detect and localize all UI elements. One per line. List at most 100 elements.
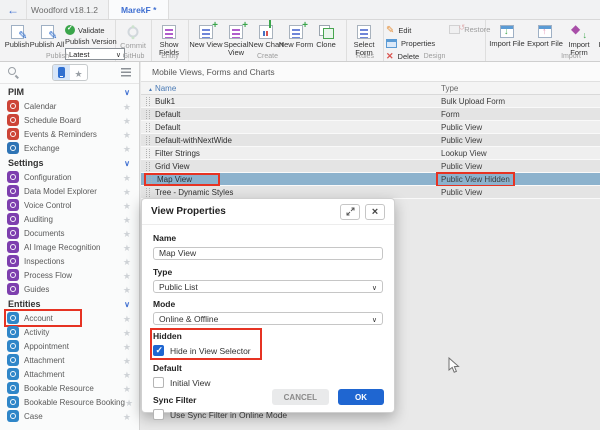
sidebar-item-configuration[interactable]: Configuration [0, 170, 139, 184]
table-row-selected-map-view[interactable]: Map View Public View Hidden [141, 173, 600, 186]
edit-button[interactable]: Edit [386, 25, 435, 36]
initial-view-row: Initial View [153, 376, 383, 389]
restore-wrap: Restore [449, 21, 490, 34]
drag-handle-icon[interactable] [146, 110, 150, 119]
section-pim[interactable]: PIM [0, 84, 139, 99]
special-view-icon [229, 25, 243, 39]
search-icon[interactable] [8, 67, 19, 78]
section-entities[interactable]: Entities [0, 296, 139, 311]
expand-dialog-button[interactable] [340, 204, 360, 220]
bookable-resource-booking-icon [7, 396, 19, 408]
hide-in-view-selector-row: Hide in View Selector [153, 344, 251, 357]
configuration-icon [7, 171, 19, 183]
drag-handle-icon[interactable] [146, 136, 150, 145]
close-icon[interactable] [365, 204, 385, 220]
publish-button[interactable]: Publish [2, 21, 32, 49]
column-header-type[interactable]: Type [441, 84, 458, 93]
sidebar-item-bookable-resource[interactable]: Bookable Resource [0, 381, 139, 395]
favorite-star-icon[interactable] [123, 139, 131, 157]
app-title: Woodford v18.1.2 [26, 0, 108, 19]
section-settings[interactable]: Settings [0, 155, 139, 170]
initial-view-checkbox[interactable] [153, 377, 164, 388]
view-properties-dialog: View Properties Name Type Public List Mo… [141, 198, 395, 413]
sidebar-item-activity[interactable]: Activity [0, 325, 139, 339]
validate-button[interactable]: Validate [65, 25, 105, 35]
drag-handle-icon[interactable] [146, 97, 150, 106]
validate-check-icon [65, 25, 75, 35]
drag-handle-icon[interactable] [148, 175, 152, 184]
new-form-button[interactable]: New Form [281, 21, 311, 49]
sidebar-item-attachment-2[interactable]: Attachment [0, 367, 139, 381]
table-row[interactable]: Default Form [141, 108, 600, 121]
sidebar-item-ai-image-recognition[interactable]: AI Image Recognition [0, 240, 139, 254]
sidebar-item-auditing[interactable]: Auditing [0, 212, 139, 226]
table-row[interactable]: Default Public View [141, 121, 600, 134]
new-view-button[interactable]: New View [191, 21, 221, 49]
ribbon-group-entity: Show Fields Entity [152, 20, 189, 61]
events-reminders-icon [7, 128, 19, 140]
drag-handle-icon[interactable] [146, 123, 150, 132]
sync-filter-checkbox[interactable] [153, 409, 164, 420]
name-input[interactable] [153, 247, 383, 260]
favorites-toggle[interactable] [70, 65, 87, 80]
cancel-button[interactable]: CANCEL [272, 389, 329, 405]
hidden-label: Hidden [153, 331, 251, 341]
export-file-button[interactable]: Export File [526, 21, 564, 48]
mode-label: Mode [153, 299, 383, 309]
properties-button[interactable]: Properties [386, 39, 435, 48]
sidebar-item-voice-control[interactable]: Voice Control [0, 198, 139, 212]
table-row[interactable]: Bulk1 Bulk Upload Form [141, 95, 600, 108]
hide-in-view-selector-checkbox[interactable] [153, 345, 164, 356]
favorite-star-icon[interactable] [123, 407, 131, 425]
mobile-view-toggle[interactable] [53, 65, 70, 80]
table-row[interactable]: Default-withNextWide Public View [141, 134, 600, 147]
sidebar-item-schedule-board[interactable]: Schedule Board [0, 113, 139, 127]
appointment-icon [7, 340, 19, 352]
publish-version-label: Publish Version [65, 37, 117, 46]
calendar-icon [7, 100, 19, 112]
table-row[interactable]: Grid View Public View [141, 160, 600, 173]
import-file-button[interactable]: Import File [488, 21, 526, 48]
restore-icon [449, 25, 460, 34]
sidebar-item-exchange[interactable]: Exchange [0, 141, 139, 155]
sidebar-item-appointment[interactable]: Appointment [0, 339, 139, 353]
sidebar-item-guides[interactable]: Guides [0, 282, 139, 296]
drag-handle-icon[interactable] [146, 149, 150, 158]
type-select[interactable]: Public List [153, 280, 383, 293]
data-model-explorer-icon [7, 185, 19, 197]
sidebar-item-events-reminders[interactable]: Events & Reminders [0, 127, 139, 141]
publish-all-button[interactable]: Publish All [32, 21, 62, 49]
mode-select[interactable]: Online & Offline [153, 312, 383, 325]
favorite-star-icon[interactable] [123, 280, 131, 298]
type-label: Type [153, 267, 383, 277]
sidebar-item-process-flow[interactable]: Process Flow [0, 268, 139, 282]
mouse-cursor [448, 357, 460, 374]
sidebar-item-account[interactable]: Account [0, 311, 139, 325]
sidebar-item-data-model-explorer[interactable]: Data Model Explorer [0, 184, 139, 198]
sidebar-item-case[interactable]: Case [0, 409, 139, 423]
sidebar-item-attachment[interactable]: Attachment [0, 353, 139, 367]
table-header: Name Type [141, 82, 600, 95]
column-header-name[interactable]: Name [141, 84, 176, 93]
inspections-icon [7, 255, 19, 267]
list-view-icon[interactable] [121, 68, 131, 77]
drag-handle-icon[interactable] [146, 188, 150, 197]
commit-button: Commit [118, 21, 148, 50]
tab-marekf[interactable]: MarekF * [108, 0, 169, 19]
back-arrow-icon[interactable] [0, 3, 26, 17]
clone-button[interactable]: Clone [311, 21, 341, 49]
attachment-icon [7, 354, 19, 366]
publish-all-icon [41, 25, 54, 39]
sidebar-item-bookable-resource-booking[interactable]: Bookable Resource Booking [0, 395, 139, 409]
new-chart-button[interactable]: New Chart [251, 21, 281, 49]
commit-icon [125, 25, 141, 40]
sidebar-item-inspections[interactable]: Inspections [0, 254, 139, 268]
ok-button[interactable]: OK [338, 389, 384, 405]
clone-icon [319, 25, 334, 39]
ribbon-group-github: Commit GitHub [116, 20, 152, 61]
table-row[interactable]: Filter Strings Lookup View [141, 147, 600, 160]
sidebar-item-documents[interactable]: Documents [0, 226, 139, 240]
drag-handle-icon[interactable] [146, 162, 150, 171]
sync-filter-row: Use Sync Filter in Online Mode [153, 408, 383, 421]
sidebar-item-calendar[interactable]: Calendar [0, 99, 139, 113]
